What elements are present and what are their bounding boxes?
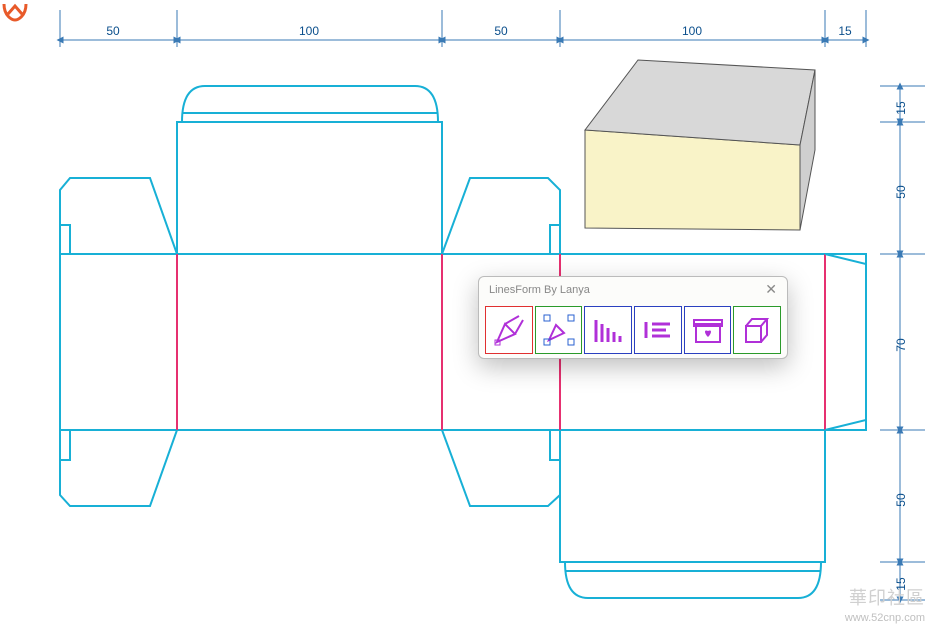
box-3d-tool[interactable] [733,306,781,354]
close-icon[interactable]: ✕ [765,281,777,298]
watermark: 華印社區 www.52cnp.com [845,587,925,625]
dieline-drawing: 50 100 50 100 15 15 50 70 50 15 [0,0,933,631]
dim-right-1: 15 [894,101,908,115]
box-3d-preview [585,60,815,230]
watermark-brand: 華印社區 [845,587,925,610]
dim-top-3: 50 [494,24,508,38]
watermark-logo-icon [0,0,30,24]
pen-tool[interactable] [485,306,533,354]
text-stagger-tool[interactable] [584,306,632,354]
dim-right-4: 50 [894,493,908,507]
dim-right-3: 70 [894,338,908,352]
panel-title-text: LinesForm By Lanya [489,284,590,296]
dim-top-4: 100 [682,24,702,38]
text-indent-tool[interactable] [634,306,682,354]
favorite-box-tool[interactable] [684,306,732,354]
dim-top-1: 50 [106,24,120,38]
watermark-url: www.52cnp.com [845,611,925,625]
pen-select-tool[interactable] [535,306,583,354]
right-dimensions: 15 50 70 50 15 [880,86,925,600]
linesform-panel[interactable]: LinesForm By Lanya ✕ [478,276,788,359]
dim-top-2: 100 [299,24,319,38]
dim-right-2: 50 [894,185,908,199]
top-dimensions: 50 100 50 100 15 [60,10,866,47]
dim-top-5: 15 [838,24,852,38]
